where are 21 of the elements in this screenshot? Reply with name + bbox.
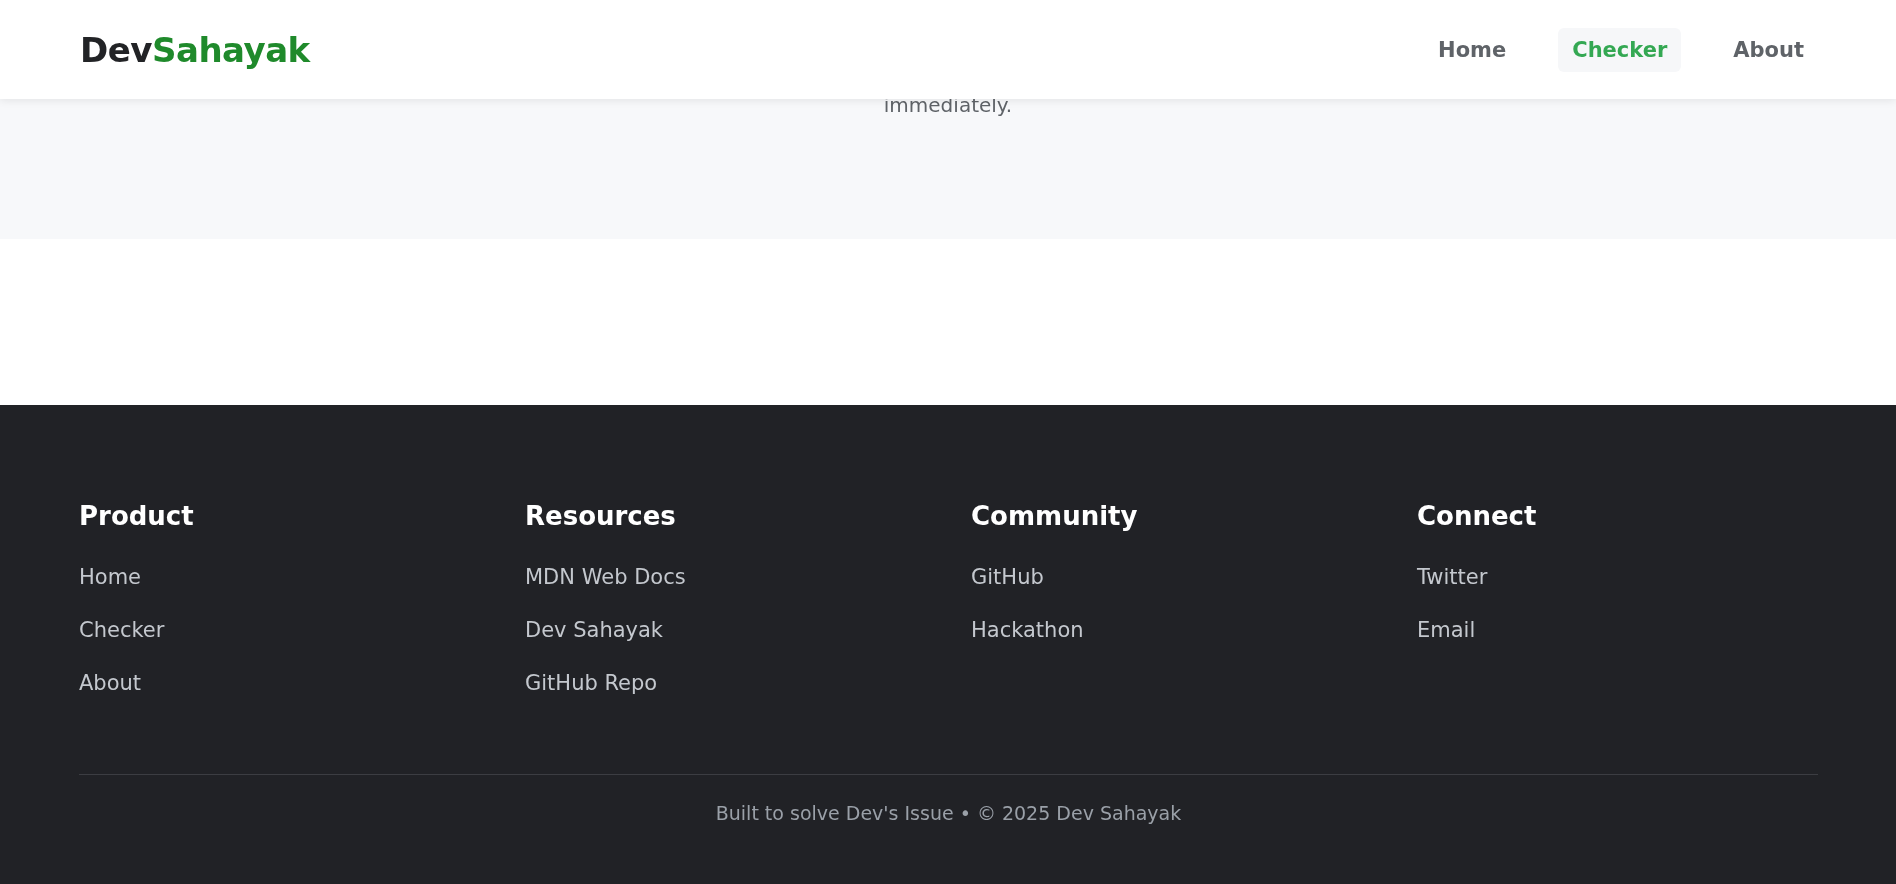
footer-link[interactable]: Email [1417,618,1476,643]
logo-text: Sahayak [151,29,310,70]
footer-link[interactable]: About [79,671,142,696]
nav-link[interactable]: Home [1424,27,1521,72]
footer-link[interactable]: Home [79,565,141,590]
footer-link[interactable]: GitHub Repo [525,671,658,696]
footer-link[interactable]: MDN Web Docs [525,565,686,590]
logo[interactable]: DevSahayak [80,29,310,70]
footer-link[interactable]: Dev Sahayak [525,618,664,643]
footer-heading: Product [79,501,194,531]
nav-link[interactable]: About [1719,27,1818,72]
footer-link[interactable]: Hackathon [971,618,1084,643]
copyright-text: Built to solve Dev's Issue • © 2025 Dev Sahayak [714,802,1183,824]
hero-text: immediately. [883,93,1013,117]
footer-heading: Resources [525,501,676,531]
footer-link[interactable]: Twitter [1417,565,1488,590]
footer-heading: Connect [1417,501,1537,531]
logo-text: Dev [80,29,152,70]
footer-link[interactable]: GitHub [971,565,1044,590]
footer-link[interactable]: Checker [79,618,165,643]
footer-heading: Community [971,501,1138,531]
